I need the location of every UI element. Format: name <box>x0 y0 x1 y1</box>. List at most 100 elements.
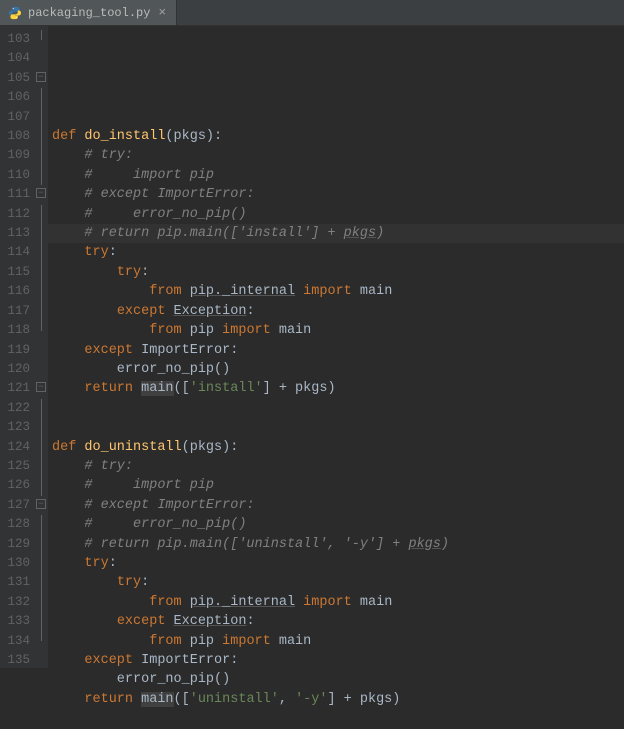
code-line[interactable]: except ImportError: <box>52 341 624 360</box>
line-number: 111− <box>0 185 48 204</box>
line-number-gutter: 103104105−106107108109110111−11211311411… <box>0 26 48 668</box>
close-tab-button[interactable]: × <box>156 5 168 20</box>
fold-toggle-icon[interactable]: − <box>36 499 46 509</box>
fold-guide <box>41 593 42 612</box>
fold-toggle-icon[interactable]: − <box>36 188 46 198</box>
fold-guide <box>41 612 42 631</box>
code-line[interactable]: # return pip.main(['uninstall', '-y'] + … <box>52 535 624 554</box>
code-line[interactable]: # import pip <box>52 476 624 495</box>
line-number: 131 <box>0 573 48 592</box>
line-number: 133 <box>0 612 48 631</box>
code-line[interactable]: error_no_pip() <box>52 670 624 689</box>
fold-guide <box>41 438 42 457</box>
line-number: 135 <box>0 651 48 670</box>
fold-guide <box>41 30 42 40</box>
code-line[interactable]: # try: <box>52 146 624 165</box>
fold-guide <box>41 282 42 301</box>
tab-filename: packaging_tool.py <box>28 6 150 20</box>
line-number: 120 <box>0 360 48 379</box>
line-number: 119 <box>0 341 48 360</box>
line-number: 107 <box>0 108 48 127</box>
python-file-icon <box>8 6 22 20</box>
fold-guide <box>41 166 42 185</box>
fold-guide <box>41 127 42 146</box>
fold-guide <box>41 108 42 127</box>
code-line[interactable] <box>52 709 624 728</box>
code-line[interactable]: from pip._internal import main <box>52 593 624 612</box>
code-line[interactable]: except ImportError: <box>52 651 624 670</box>
line-number: 110 <box>0 166 48 185</box>
code-line[interactable]: def do_install(pkgs): <box>52 127 624 146</box>
line-number: 128 <box>0 515 48 534</box>
code-line[interactable]: # error_no_pip() <box>52 515 624 534</box>
code-line[interactable]: error_no_pip() <box>52 360 624 379</box>
line-number: 106 <box>0 88 48 107</box>
tab-bar: packaging_tool.py × <box>0 0 624 26</box>
code-line[interactable]: return main(['uninstall', '-y'] + pkgs) <box>52 690 624 709</box>
fold-guide <box>41 224 42 243</box>
line-number: 126 <box>0 476 48 495</box>
code-line[interactable] <box>52 418 624 437</box>
line-number: 113 <box>0 224 48 243</box>
line-number: 125 <box>0 457 48 476</box>
code-line[interactable]: try: <box>52 554 624 573</box>
line-number: 124 <box>0 438 48 457</box>
line-number: 121− <box>0 379 48 398</box>
code-line[interactable]: return main(['install'] + pkgs) <box>52 379 624 398</box>
fold-toggle-icon[interactable]: − <box>36 382 46 392</box>
fold-guide <box>41 88 42 107</box>
line-number: 117 <box>0 302 48 321</box>
code-area[interactable]: def do_install(pkgs): # try: # import pi… <box>48 26 624 668</box>
code-line[interactable]: # try: <box>52 457 624 476</box>
line-number: 122 <box>0 399 48 418</box>
fold-guide <box>41 399 42 418</box>
code-line[interactable]: from pip import main <box>52 321 624 340</box>
code-line[interactable]: except Exception: <box>52 302 624 321</box>
fold-guide <box>41 554 42 573</box>
fold-guide <box>41 321 42 331</box>
line-number: 130 <box>0 554 48 573</box>
fold-guide <box>41 515 42 534</box>
fold-guide <box>41 243 42 262</box>
code-line[interactable] <box>52 108 624 127</box>
line-number: 108 <box>0 127 48 146</box>
line-number: 109 <box>0 146 48 165</box>
fold-guide <box>41 457 42 476</box>
line-number: 118 <box>0 321 48 340</box>
fold-guide <box>41 476 42 495</box>
line-number: 132 <box>0 593 48 612</box>
code-line[interactable]: # except ImportError: <box>52 185 624 204</box>
code-line[interactable]: from pip import main <box>52 632 624 651</box>
fold-guide <box>41 418 42 437</box>
line-number: 114 <box>0 243 48 262</box>
line-number: 105− <box>0 69 48 88</box>
code-editor[interactable]: 103104105−106107108109110111−11211311411… <box>0 26 624 668</box>
line-number: 134 <box>0 632 48 651</box>
code-line[interactable] <box>52 88 624 107</box>
code-line[interactable]: # except ImportError: <box>52 496 624 515</box>
code-line[interactable]: # error_no_pip() <box>52 205 624 224</box>
file-tab[interactable]: packaging_tool.py × <box>0 0 177 25</box>
line-number: 116 <box>0 282 48 301</box>
line-number: 123 <box>0 418 48 437</box>
fold-guide <box>41 146 42 165</box>
fold-guide <box>41 535 42 554</box>
line-number: 127− <box>0 496 48 515</box>
code-line[interactable]: # import pip <box>52 166 624 185</box>
line-number: 115 <box>0 263 48 282</box>
code-line[interactable]: except Exception: <box>52 612 624 631</box>
line-number: 129 <box>0 535 48 554</box>
fold-guide <box>41 302 42 321</box>
line-number: 103 <box>0 30 48 49</box>
fold-guide <box>41 263 42 282</box>
code-line[interactable]: try: <box>52 243 624 262</box>
code-line[interactable]: from pip._internal import main <box>52 282 624 301</box>
code-line[interactable]: try: <box>52 573 624 592</box>
code-line[interactable]: try: <box>52 263 624 282</box>
fold-toggle-icon[interactable]: − <box>36 72 46 82</box>
code-line[interactable]: def do_uninstall(pkgs): <box>52 438 624 457</box>
code-line[interactable] <box>52 399 624 418</box>
fold-guide <box>41 205 42 224</box>
fold-guide <box>41 632 42 642</box>
code-line[interactable]: # return pip.main(['install'] + pkgs) <box>52 224 624 243</box>
